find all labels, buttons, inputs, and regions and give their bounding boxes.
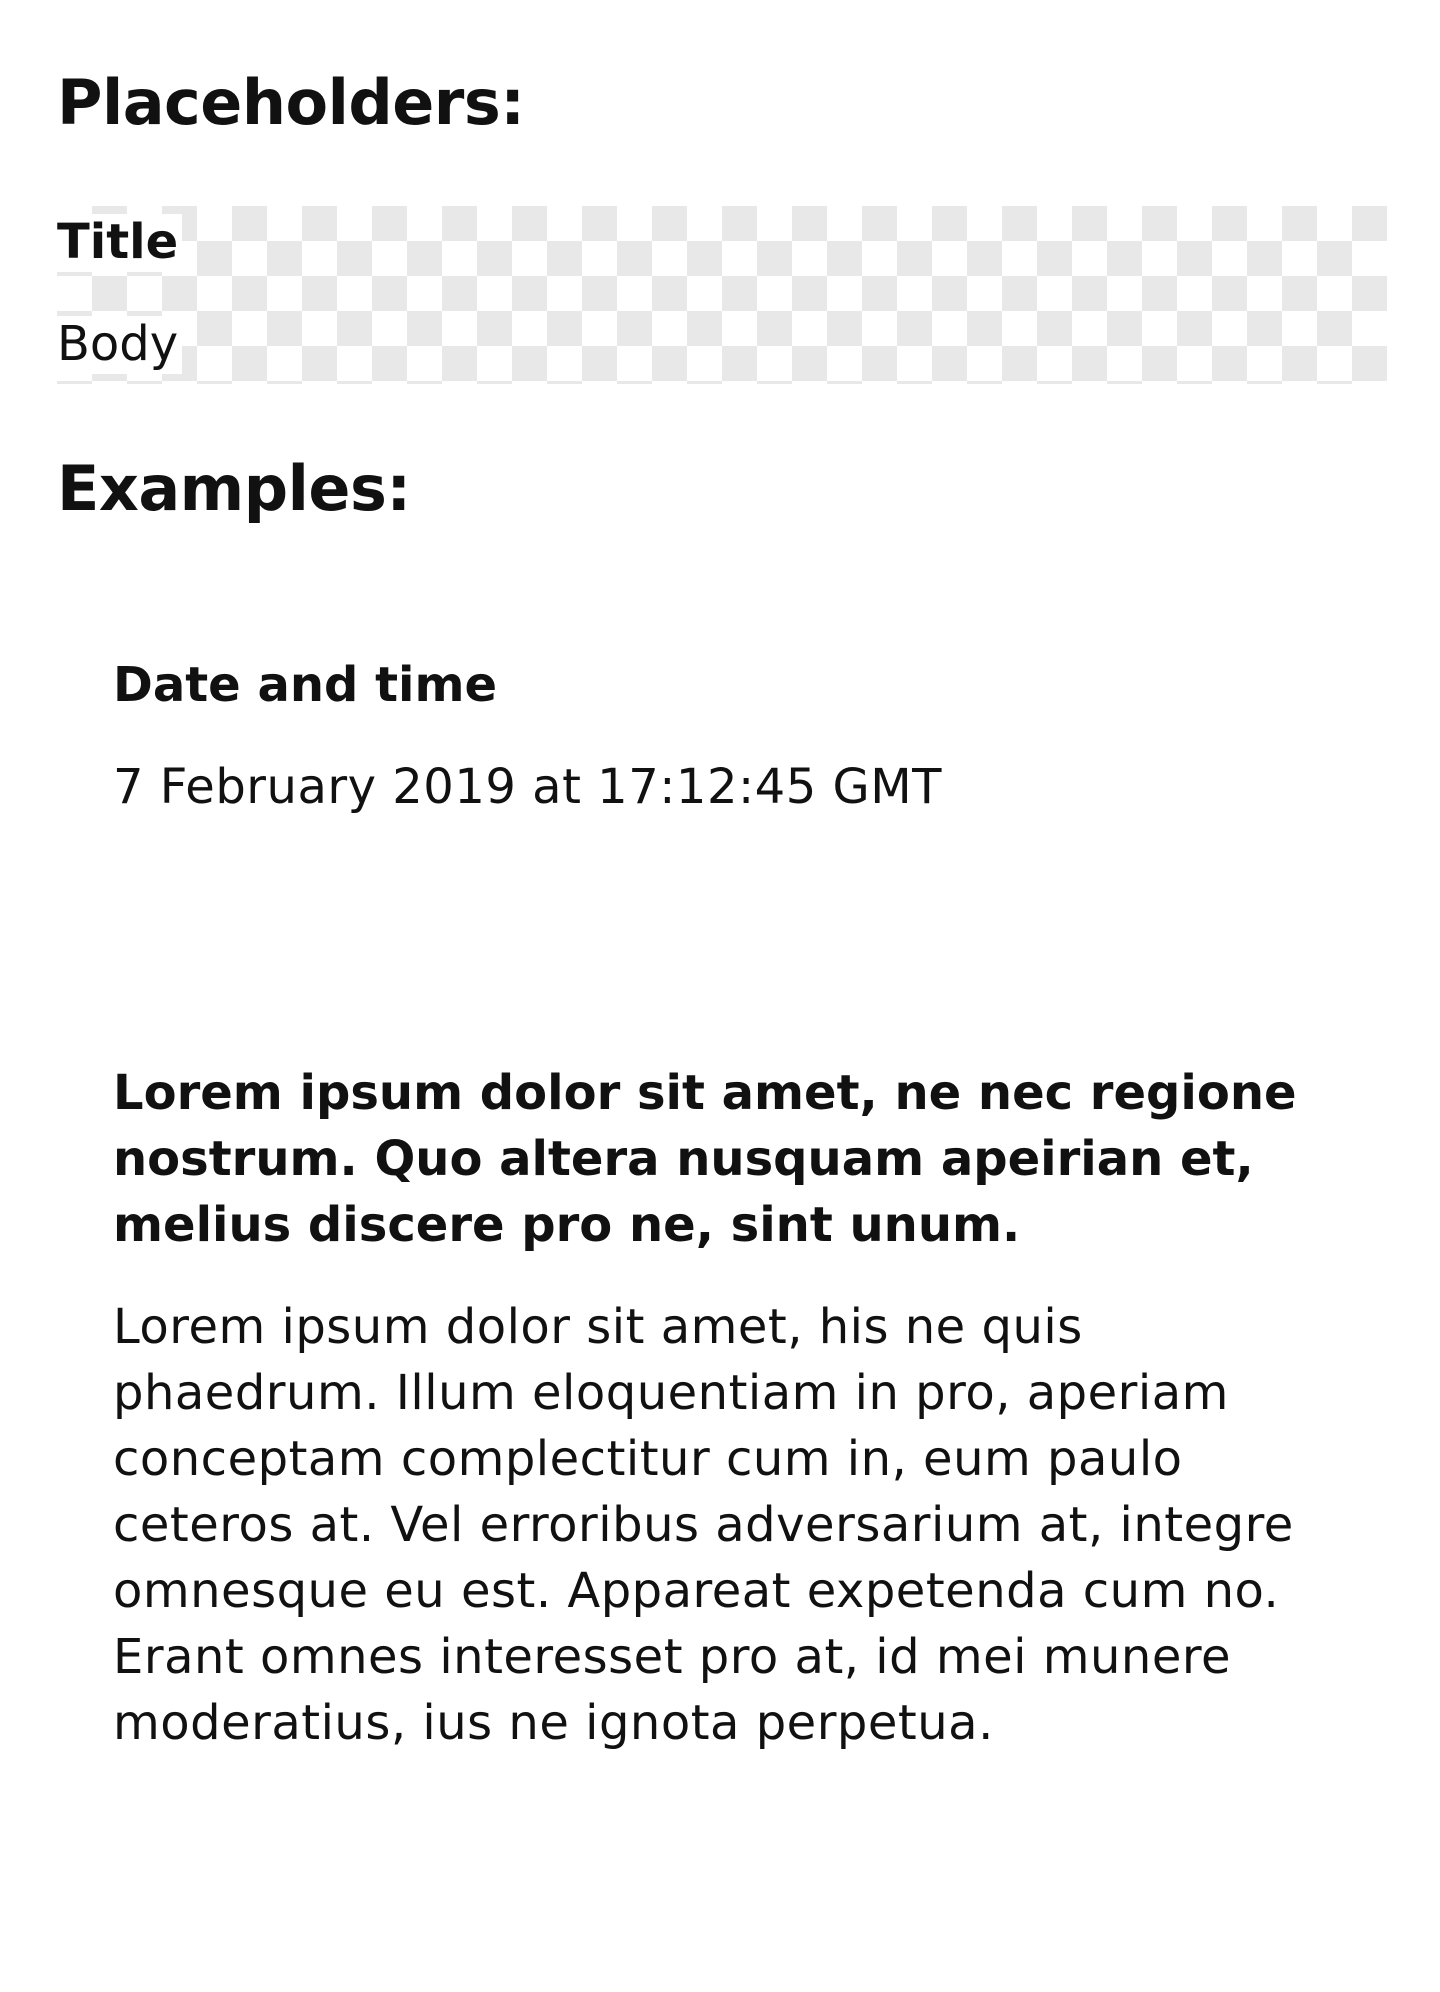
- placeholder-title: Title: [57, 214, 183, 272]
- example-title: Lorem ipsum dolor sit amet, ne nec regio…: [113, 1065, 1297, 1253]
- placeholders-heading: Placeholders:: [57, 66, 525, 139]
- placeholder-body: Body: [57, 316, 183, 374]
- examples-heading: Examples:: [57, 452, 411, 525]
- placeholder-preview: Title Body: [57, 206, 1387, 384]
- example-body: 7 February 2019 at 17:12:45 GMT: [113, 759, 942, 815]
- example-title: Date and time: [113, 657, 498, 713]
- example-body: Lorem ipsum dolor sit amet, his ne quis …: [113, 1299, 1294, 1751]
- example-date-time: Date and time 7 February 2019 at 17:12:4…: [113, 652, 1333, 820]
- example-lorem-ipsum: Lorem ipsum dolor sit amet, ne nec regio…: [113, 1060, 1333, 1756]
- notification-preview-page: Placeholders: Title Body Examples: Date …: [0, 0, 1440, 1992]
